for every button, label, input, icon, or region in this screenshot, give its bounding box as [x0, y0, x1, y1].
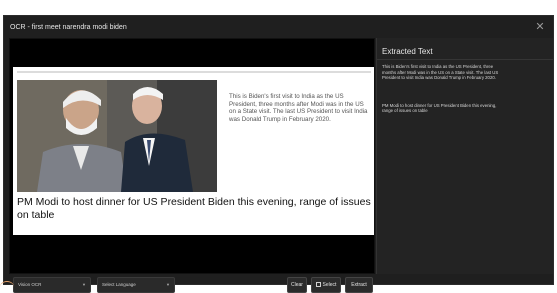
select-icon [315, 282, 321, 287]
chevron-down-icon: ▼ [82, 282, 86, 287]
extracted-paragraph: This is Biden's first visit to India as … [382, 64, 499, 81]
article-paragraph: This is Biden's first visit to India as … [229, 93, 368, 123]
bottom-toolbar: Vision OCR ▼ Select Language ▼ Clear Sel… [9, 275, 375, 293]
clear-button[interactable]: Clear [287, 277, 307, 293]
ocr-engine-select[interactable]: Vision OCR ▼ [13, 277, 91, 293]
news-photo [17, 80, 217, 192]
select-label: Select [322, 282, 337, 288]
news-photo-image [17, 80, 217, 192]
select-button[interactable]: Select [311, 277, 341, 293]
article-headline: PM Modi to host dinner for US President … [17, 196, 371, 221]
divider [17, 71, 371, 73]
screenshot-document: This is Biden's first visit to India as … [13, 67, 374, 235]
panel-divider [377, 59, 553, 60]
language-select[interactable]: Select Language ▼ [97, 277, 175, 293]
extracted-paragraph: PM Modi to host dinner for US President … [382, 102, 497, 114]
close-icon[interactable]: ✕ [533, 20, 547, 34]
chevron-down-icon: ▼ [166, 282, 170, 287]
decorative-arc [0, 281, 14, 293]
ocr-window: OCR - first meet narendra modi biden ✕ T… [3, 15, 554, 293]
extracted-text[interactable]: This is Biden's first visit to India as … [382, 64, 500, 136]
language-value: Select Language [102, 282, 136, 287]
image-viewer[interactable]: This is Biden's first visit to India as … [9, 38, 375, 274]
extract-button[interactable]: Extract [345, 277, 373, 293]
title-bar: OCR - first meet narendra modi biden ✕ [4, 16, 553, 38]
window-title: OCR - first meet narendra modi biden [10, 23, 127, 31]
extracted-text-panel: Extracted Text This is Biden's first vis… [376, 38, 553, 274]
extract-label: Extract [351, 282, 367, 288]
clear-label: Clear [291, 282, 303, 288]
panel-title: Extracted Text [382, 47, 433, 56]
ocr-engine-value: Vision OCR [18, 282, 42, 287]
